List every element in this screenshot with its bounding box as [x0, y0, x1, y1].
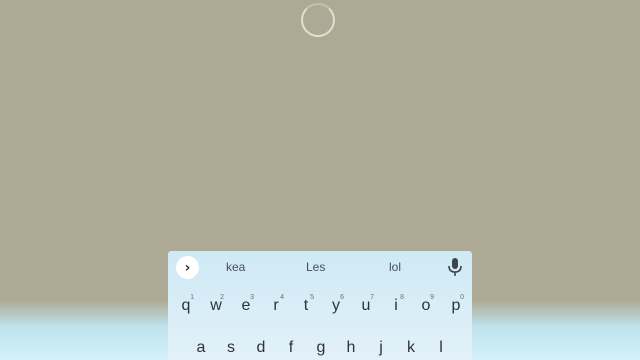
key-hint: 7 [370, 294, 374, 301]
key-j[interactable]: j [368, 333, 394, 360]
loading-spinner-icon [301, 3, 335, 37]
key-l[interactable]: l [428, 333, 454, 360]
key-a[interactable]: a [188, 333, 214, 360]
key-k[interactable]: k [398, 333, 424, 360]
suggestion-2[interactable]: Les [306, 260, 325, 274]
key-g[interactable]: g [308, 333, 334, 360]
key-y[interactable]: y6 [323, 291, 349, 321]
key-o[interactable]: o9 [413, 291, 439, 321]
microphone-icon[interactable] [447, 257, 463, 277]
key-label: t [303, 297, 309, 314]
key-hint: 9 [430, 294, 434, 301]
key-hint: 3 [250, 294, 254, 301]
key-hint: 4 [280, 294, 284, 301]
key-label: i [394, 297, 398, 314]
key-p[interactable]: p0 [443, 291, 469, 321]
key-hint: 1 [190, 294, 194, 301]
key-i[interactable]: i8 [383, 291, 409, 321]
key-label: y [332, 297, 340, 314]
key-hint: 2 [220, 294, 224, 301]
key-q[interactable]: q1 [173, 291, 199, 321]
key-u[interactable]: u7 [353, 291, 379, 321]
key-hint: 5 [310, 294, 314, 301]
key-label: r [273, 297, 279, 314]
suggestion-1[interactable]: kea [226, 260, 245, 274]
key-s[interactable]: s [218, 333, 244, 360]
key-w[interactable]: w2 [203, 291, 229, 321]
key-d[interactable]: d [248, 333, 274, 360]
chevron-right-icon[interactable]: › [176, 256, 199, 279]
key-h[interactable]: h [338, 333, 364, 360]
on-screen-keyboard: › kea Les lol q1w2e3r4t5y6u7i8o9p0 asdfg… [168, 251, 472, 360]
key-hint: 8 [400, 294, 404, 301]
key-t[interactable]: t5 [293, 291, 319, 321]
key-hint: 0 [460, 294, 464, 301]
key-hint: 6 [340, 294, 344, 301]
key-f[interactable]: f [278, 333, 304, 360]
key-e[interactable]: e3 [233, 291, 259, 321]
suggestion-3[interactable]: lol [389, 260, 401, 274]
key-r[interactable]: r4 [263, 291, 289, 321]
suggestion-bar: › kea Les lol [168, 251, 472, 284]
